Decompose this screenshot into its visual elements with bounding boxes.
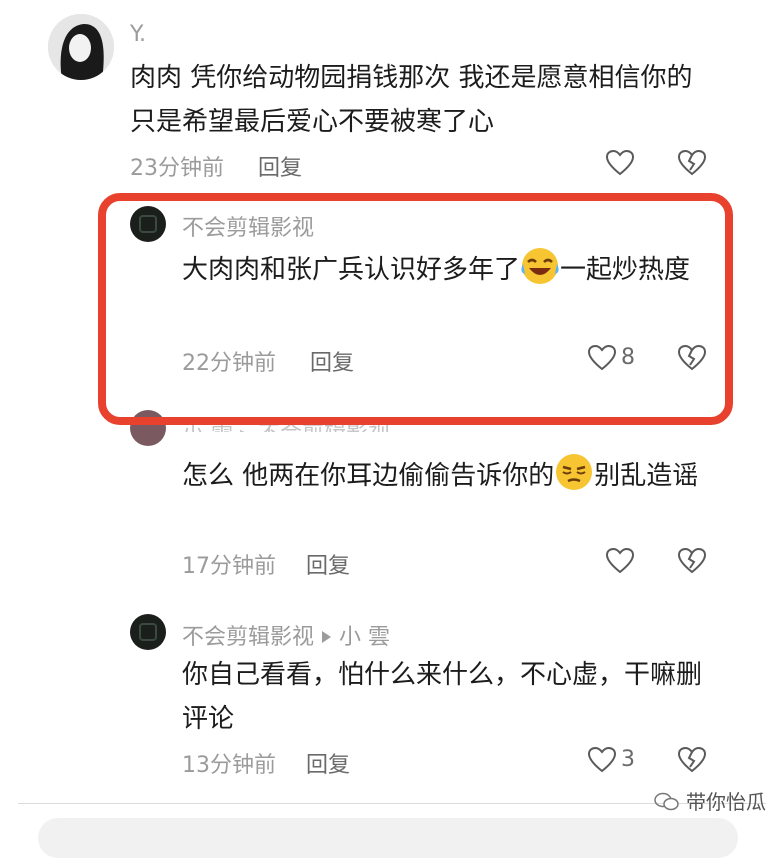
like-count: 3: [621, 747, 635, 772]
comment-time: 13分钟前: [182, 753, 276, 778]
heart-outline-icon[interactable]: [606, 548, 634, 574]
wechat-icon: [653, 792, 679, 811]
comment-author[interactable]: 不会剪辑影视: [182, 625, 314, 650]
smirk-emoji: [556, 454, 593, 490]
watermark-text: 带你怡瓜: [686, 790, 766, 814]
watermark: 带你怡瓜: [653, 786, 766, 815]
broken-heart-icon[interactable]: [678, 150, 706, 176]
comment-author-line: 不会剪辑影视小 雲: [182, 619, 390, 651]
broken-heart-icon[interactable]: [678, 747, 706, 773]
avatar[interactable]: [130, 614, 166, 650]
avatar[interactable]: [48, 14, 114, 80]
comment-input[interactable]: [38, 818, 738, 858]
reply-arrow-icon: [322, 631, 332, 643]
reply-to-user[interactable]: 小 雲: [339, 625, 390, 650]
reply-button[interactable]: 回复: [258, 150, 302, 182]
comment-time: 23分钟前: [130, 156, 224, 181]
reply-button[interactable]: 回复: [306, 548, 350, 580]
heart-outline-icon[interactable]: [606, 150, 634, 176]
heart-outline-icon[interactable]: [588, 747, 616, 773]
comment-text: 你自己看看，怕什么来什么，不心虚，干嘛删评论: [182, 660, 703, 734]
comment-text-part: 怎么 他两在你耳边偷偷告诉你的: [182, 461, 555, 491]
comment-text: 怎么 他两在你耳边偷偷告诉你的 别乱造谣: [182, 452, 712, 498]
reply-button[interactable]: 回复: [306, 747, 350, 779]
comment-text-part: 别乱造谣: [594, 461, 699, 491]
broken-heart-icon[interactable]: [678, 548, 706, 574]
comment-time: 17分钟前: [182, 554, 276, 579]
highlight-box: [98, 193, 733, 425]
comment-text: 肉肉 凭你给动物园捐钱那次 我还是愿意相信你的 只是希望最后爱心不要被寒了心: [130, 63, 693, 137]
comment-author[interactable]: Y.: [130, 22, 146, 47]
